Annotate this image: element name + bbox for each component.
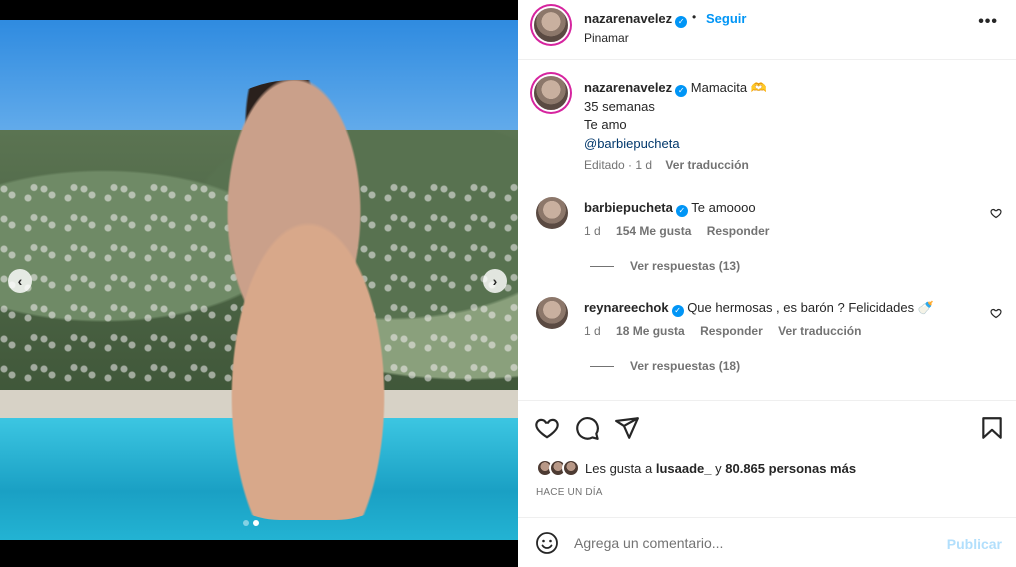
likes-prefix: Les gusta a (585, 460, 653, 476)
caption-line-3: Te amo (584, 117, 627, 133)
carousel-dot (243, 520, 249, 526)
likes-user-link[interactable]: lusaade_ (656, 461, 712, 476)
carousel-prev-button[interactable]: ‹ (8, 269, 32, 293)
comment-likes-count[interactable]: 154 Me gusta (616, 224, 691, 238)
likes-text: Les gusta a lusaade_ y 80.865 personas m… (585, 461, 856, 476)
comment-avatar[interactable] (536, 197, 568, 229)
carousel-next-button[interactable]: › (483, 269, 507, 293)
likes-connector: y (715, 460, 722, 476)
view-replies-button[interactable]: Ver respuestas (13) (590, 259, 740, 273)
caption-line-1: Mamacita 🫶 (690, 80, 767, 95)
add-comment-bar: Publicar (518, 517, 1016, 567)
comment-bubble-icon[interactable] (574, 415, 600, 441)
share-send-icon[interactable] (614, 415, 640, 441)
author-name-wrap: nazarenavelez ✓ (584, 11, 688, 28)
caption-mention-link[interactable]: @barbiepucheta (584, 135, 994, 154)
comment-like-heart-icon[interactable] (990, 307, 1002, 319)
post-location[interactable]: Pinamar (584, 31, 629, 45)
verified-icon: ✓ (675, 16, 688, 28)
replies-line (590, 266, 614, 268)
comment-username[interactable]: barbiepucheta (584, 200, 673, 215)
edited-label: Editado (584, 158, 625, 172)
comment-body: reynareechok ✓ Que hermosas , es barón ? … (584, 300, 934, 317)
comment-meta: 1 d 154 Me gusta Responder (584, 224, 781, 238)
verified-icon: ✓ (675, 85, 688, 97)
likes-summary: Les gusta a lusaade_ y 80.865 personas m… (536, 459, 856, 477)
comment-reply-button[interactable]: Responder (707, 224, 770, 238)
caption-avatar[interactable] (534, 76, 568, 110)
like-heart-icon[interactable] (534, 415, 560, 441)
more-options-icon[interactable]: ••• (978, 13, 998, 31)
replies-line (590, 366, 614, 368)
author-avatar[interactable] (534, 8, 568, 42)
verified-icon: ✓ (675, 205, 688, 217)
post-photo (0, 20, 518, 540)
comment-translate-link[interactable]: Ver traducción (778, 324, 861, 338)
comment-input[interactable] (574, 531, 934, 555)
carousel-dot-active (253, 520, 259, 526)
follow-button[interactable]: Seguir (706, 11, 746, 26)
post-actions-bar (518, 400, 1016, 458)
caption-time: 1 d (635, 158, 653, 172)
view-replies-label: Ver respuestas (18) (630, 359, 741, 373)
carousel-dots (243, 520, 259, 526)
caption-username[interactable]: nazarenavelez (584, 80, 672, 95)
comment-time: 1 d (584, 224, 601, 238)
save-bookmark-icon[interactable] (979, 415, 1005, 441)
publish-button[interactable]: Publicar (947, 536, 1002, 552)
author-username[interactable]: nazarenavelez (584, 11, 672, 26)
comment-body: barbiepucheta ✓ Te amoooo (584, 200, 756, 217)
post-dialog: ‹ › nazarenavelez ✓ • Seguir Pinamar ••• … (0, 0, 1016, 567)
comment-text: Te amoooo (691, 200, 756, 215)
header-separator: • (692, 10, 697, 24)
comment-like-heart-icon[interactable] (990, 207, 1002, 219)
view-replies-button[interactable]: Ver respuestas (18) (590, 359, 740, 373)
post-header: nazarenavelez ✓ • Seguir Pinamar ••• (518, 0, 1016, 60)
liker-avatar (562, 459, 580, 477)
media-pane: ‹ › (0, 0, 518, 567)
caption-translate-link[interactable]: Ver traducción (665, 158, 748, 172)
post-caption: nazarenavelez ✓ Mamacita 🫶 35 semanas Te … (584, 79, 994, 153)
view-replies-label: Ver respuestas (13) (630, 259, 741, 273)
post-timestamp[interactable]: HACE UN DÍA (536, 487, 603, 498)
comment-text: Que hermosas , es barón ? Felicidades 🍼 (687, 300, 934, 315)
comment-reply-button[interactable]: Responder (700, 324, 763, 338)
post-side-panel: nazarenavelez ✓ • Seguir Pinamar ••• naza… (518, 0, 1016, 567)
comment-time: 1 d (584, 324, 601, 338)
comment-meta: 1 d 18 Me gusta Responder Ver traducción (584, 324, 873, 338)
comment-avatar[interactable] (536, 297, 568, 329)
comment-likes-count[interactable]: 18 Me gusta (616, 324, 685, 338)
photo-person (168, 80, 448, 520)
verified-icon: ✓ (671, 305, 684, 317)
caption-meta: Editado · 1 d Ver traducción (584, 158, 749, 172)
likes-others-link[interactable]: 80.865 personas más (725, 461, 856, 476)
caption-line-2: 35 semanas (584, 98, 655, 114)
comment-username[interactable]: reynareechok (584, 300, 669, 315)
meta-separator: · (628, 158, 633, 172)
emoji-icon[interactable] (535, 531, 559, 555)
